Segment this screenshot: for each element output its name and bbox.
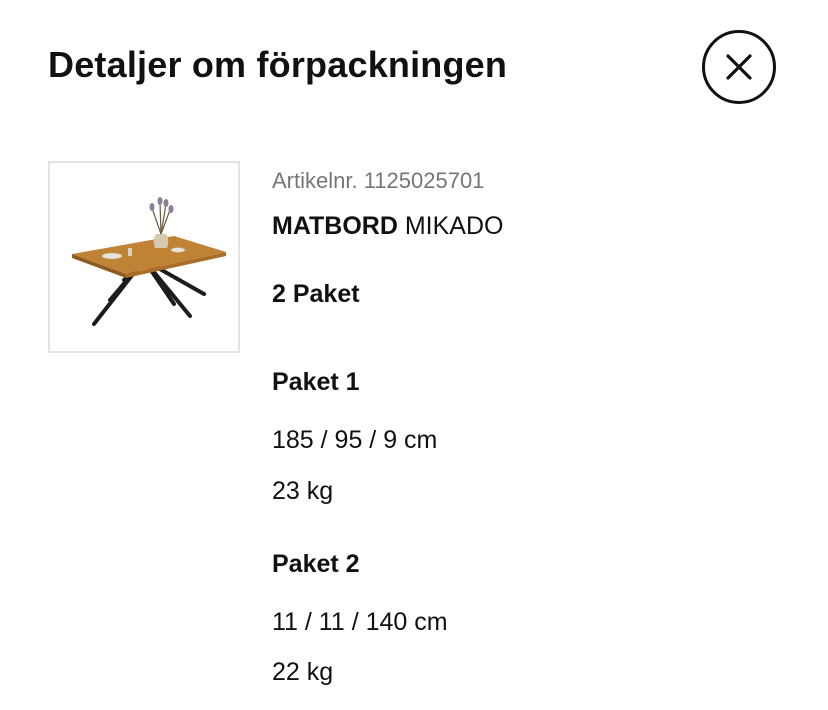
package-1-title: Paket 1 <box>272 368 360 396</box>
product-name: MATBORD MIKADO <box>272 212 503 241</box>
package-1-dimensions: 185 / 95 / 9 cm <box>272 426 438 454</box>
table-product-image <box>72 197 226 326</box>
package-2-title: Paket 2 <box>272 550 360 578</box>
article-number: Artikelnr. 1125025701 <box>272 168 485 193</box>
product-name-bold: MATBORD <box>272 212 398 240</box>
package-2-dimensions: 11 / 11 / 140 cm <box>272 608 448 636</box>
page-title: Detaljer om förpackningen <box>48 44 508 85</box>
product-name-rest: MIKADO <box>397 212 504 240</box>
package-1-weight: 23 kg <box>272 477 334 505</box>
product-thumbnail <box>48 161 240 353</box>
package-2-weight: 22 kg <box>272 658 334 686</box>
close-button[interactable] <box>702 30 776 104</box>
close-icon <box>726 54 752 80</box>
package-count: 2 Paket <box>272 280 360 308</box>
